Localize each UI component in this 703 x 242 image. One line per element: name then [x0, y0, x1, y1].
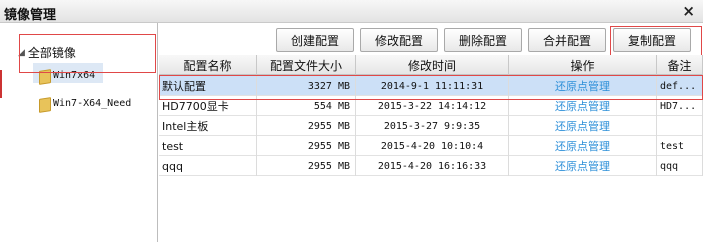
cell-name: qqq: [159, 156, 257, 176]
tree-item-label: Win7x64: [53, 70, 96, 81]
cell-note: test: [657, 136, 703, 156]
tree-item-label: Win7-X64_Need: [53, 98, 132, 109]
cell-note: qqq: [657, 156, 703, 176]
tree-root-all-images[interactable]: ◢ 全部镜像: [18, 44, 76, 61]
cell-size: 554 MB: [257, 96, 356, 116]
cell-size: 3327 MB: [257, 76, 356, 96]
folder-icon: [38, 69, 49, 82]
table-header: 配置名称 配置文件大小 修改时间 操作 备注: [159, 55, 703, 75]
column-header-operation[interactable]: 操作: [509, 55, 657, 75]
cell-name: test: [159, 136, 257, 156]
table-row[interactable]: test 2955 MB 2015-4-20 10:10:4 还原点管理 tes…: [159, 136, 703, 156]
left-edge-marker: [0, 70, 2, 98]
create-config-button[interactable]: 创建配置: [276, 28, 354, 52]
cell-name: HD7700显卡: [159, 96, 257, 116]
title-bar: 镜像管理 ×: [0, 0, 703, 23]
cell-note: [657, 116, 703, 136]
cell-time: 2015-4-20 16:16:33: [356, 156, 509, 176]
cell-size: 2955 MB: [257, 116, 356, 136]
restore-point-link[interactable]: 还原点管理: [509, 96, 657, 116]
expand-arrow-icon[interactable]: ◢: [18, 48, 25, 58]
column-header-size[interactable]: 配置文件大小: [257, 55, 356, 75]
column-header-name[interactable]: 配置名称: [159, 55, 257, 75]
merge-config-button[interactable]: 合并配置: [528, 28, 606, 52]
cell-time: 2014-9-1 11:11:31: [356, 76, 509, 96]
restore-point-link[interactable]: 还原点管理: [509, 156, 657, 176]
image-tree-panel: ◢ 全部镜像 Win7x64 Win7-X64_Need: [0, 23, 158, 242]
restore-point-link[interactable]: 还原点管理: [509, 76, 657, 96]
toolbar: 创建配置 修改配置 删除配置 合并配置 复制配置: [159, 23, 703, 54]
cell-name: 默认配置: [159, 76, 257, 96]
edit-config-button[interactable]: 修改配置: [360, 28, 438, 52]
close-icon[interactable]: ×: [682, 2, 695, 20]
delete-config-button[interactable]: 删除配置: [444, 28, 522, 52]
tree-item-win7x64[interactable]: Win7x64: [38, 69, 95, 82]
tree-root-label: 全部镜像: [27, 46, 76, 60]
cell-time: 2015-3-22 14:14:12: [356, 96, 509, 116]
cell-time: 2015-3-27 9:9:35: [356, 116, 509, 136]
table-row[interactable]: HD7700显卡 554 MB 2015-3-22 14:14:12 还原点管理…: [159, 96, 703, 116]
table-row[interactable]: 默认配置 3327 MB 2014-9-1 11:11:31 还原点管理 def…: [159, 76, 703, 96]
cell-note: def...: [657, 76, 703, 96]
cell-name: Intel主板: [159, 116, 257, 136]
cell-time: 2015-4-20 10:10:4: [356, 136, 509, 156]
restore-point-link[interactable]: 还原点管理: [509, 136, 657, 156]
copy-config-button[interactable]: 复制配置: [613, 28, 691, 52]
restore-point-link[interactable]: 还原点管理: [509, 116, 657, 136]
table-row[interactable]: qqq 2955 MB 2015-4-20 16:16:33 还原点管理 qqq: [159, 156, 703, 176]
column-header-note[interactable]: 备注: [657, 55, 703, 75]
config-table: 配置名称 配置文件大小 修改时间 操作 备注 默认配置 3327 MB 2014…: [159, 55, 703, 242]
cell-size: 2955 MB: [257, 136, 356, 156]
tree-item-win7-x64-need[interactable]: Win7-X64_Need: [38, 97, 131, 110]
window-title: 镜像管理: [4, 8, 57, 23]
table-row[interactable]: Intel主板 2955 MB 2015-3-27 9:9:35 还原点管理: [159, 116, 703, 136]
column-header-time[interactable]: 修改时间: [356, 55, 509, 75]
cell-note: HD7...: [657, 96, 703, 116]
cell-size: 2955 MB: [257, 156, 356, 176]
folder-icon: [38, 97, 49, 110]
